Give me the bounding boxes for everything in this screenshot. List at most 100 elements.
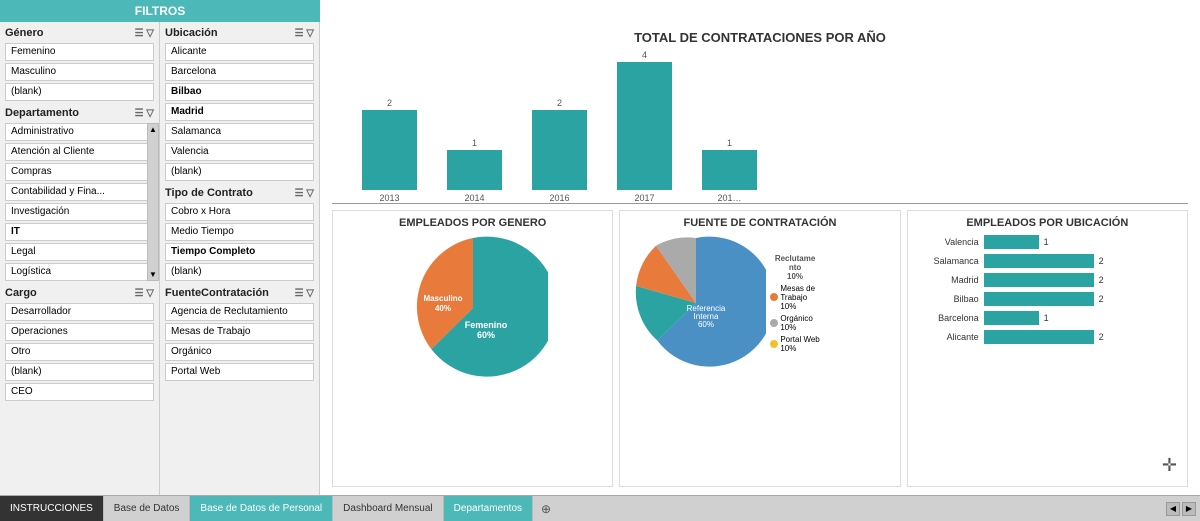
dept-item-0[interactable]: Administrativo <box>5 123 154 141</box>
ub-item-1[interactable]: Barcelona <box>165 63 314 81</box>
ub-item-3[interactable]: Madrid <box>165 103 314 121</box>
ub-label-alicante: Alicante <box>914 332 979 342</box>
ub-label-madrid: Madrid <box>914 275 979 285</box>
ub-row-bilbao: Bilbao 2 <box>914 292 1181 306</box>
dept-scrollbar[interactable]: ▲ ▼ <box>147 123 159 281</box>
tab-departamentos[interactable]: Departamentos <box>444 496 533 521</box>
fc-item-2[interactable]: Orgánico <box>165 343 314 361</box>
mesas-legend: Mesas deTrabajo10% <box>770 284 819 311</box>
tc-item-1[interactable]: Medio Tiempo <box>165 223 314 241</box>
sidebar-left: Género ☰ ▽ Femenino Masculino (blank) De… <box>0 22 160 495</box>
dept-item-4[interactable]: Investigación <box>5 203 154 221</box>
scroll-right-btn[interactable]: ▶ <box>1182 502 1196 516</box>
cargo-header: Cargo ☰ ▽ <box>5 287 154 299</box>
genero-pie: Femenino 60% Masculino 40% <box>398 233 548 383</box>
plus-cursor: ✛ <box>1162 455 1177 476</box>
tc-item-3[interactable]: (blank) <box>165 263 314 281</box>
tipo-contrato-header: Tipo de Contrato ☰ ▽ <box>165 187 314 199</box>
tab-bar: INSTRUCCIONES Base de Datos Base de Dato… <box>0 495 1200 521</box>
fc-item-1[interactable]: Mesas de Trabajo <box>165 323 314 341</box>
dept-item-2[interactable]: Compras <box>5 163 154 181</box>
tab-instrucciones[interactable]: INSTRUCCIONES <box>0 496 103 521</box>
ub-val-madrid: 2 <box>1099 275 1104 285</box>
bar-2018-label: 201… <box>717 193 741 203</box>
ub-item-6[interactable]: (blank) <box>165 163 314 181</box>
dept-item-6[interactable]: Legal <box>5 243 154 261</box>
ub-item-5[interactable]: Valencia <box>165 143 314 161</box>
tab-add-button[interactable]: ⊕ <box>533 498 559 520</box>
tipo-contrato-title: Tipo de Contrato <box>165 187 253 199</box>
ub-row-alicante: Alicante 2 <box>914 330 1181 344</box>
cargo-item-3[interactable]: (blank) <box>5 363 154 381</box>
portal-legend-text: Portal Web10% <box>780 335 819 353</box>
portal-dot <box>770 340 778 348</box>
genero-chart-title: EMPLEADOS POR GENERO <box>399 217 546 229</box>
dept-item-1[interactable]: Atención al Cliente <box>5 143 154 161</box>
ub-bar-salamanca <box>984 254 1094 268</box>
fuente-icons: ☰ ▽ <box>295 288 314 299</box>
departamento-title: Departamento <box>5 107 79 119</box>
portal-legend: Portal Web10% <box>770 335 819 353</box>
bar-2014-label: 2014 <box>464 193 484 203</box>
genero-item-2[interactable]: (blank) <box>5 83 154 101</box>
cargo-item-4[interactable]: CEO <box>5 383 154 401</box>
dept-item-5[interactable]: IT <box>5 223 154 241</box>
reclutamiento-legend: Reclutamento10% <box>770 254 819 281</box>
mesas-legend-text: Mesas deTrabajo10% <box>780 284 815 311</box>
dept-item-7[interactable]: Logística <box>5 263 154 281</box>
fc-item-3[interactable]: Portal Web <box>165 363 314 381</box>
app-container: FILTROS Género ☰ ▽ Femenino Masculino (b… <box>0 0 1200 521</box>
cargo-item-0[interactable]: Desarrollador <box>5 303 154 321</box>
fuente-chart-title: FUENTE DE CONTRATACIÓN <box>684 217 837 229</box>
fuente-legend: Reclutamento10% Mesas deTrabajo10% Orgán… <box>770 254 819 353</box>
ub-val-bilbao: 2 <box>1099 294 1104 304</box>
ub-label-barcelona: Barcelona <box>914 313 979 323</box>
bar-2016-value: 2 <box>557 98 562 108</box>
genero-item-1[interactable]: Masculino <box>5 63 154 81</box>
tc-item-2[interactable]: Tiempo Completo <box>165 243 314 261</box>
tab-dashboard-mensual[interactable]: Dashboard Mensual <box>333 496 444 521</box>
genero-item-0[interactable]: Femenino <box>5 43 154 61</box>
genero-chart-panel: EMPLEADOS POR GENERO Femenino 60% Mascul… <box>332 210 613 487</box>
fuente-contratacion-title: FuenteContratación <box>165 287 269 299</box>
ub-item-0[interactable]: Alicante <box>165 43 314 61</box>
ub-item-2[interactable]: Bilbao <box>165 83 314 101</box>
ub-val-alicante: 2 <box>1099 332 1104 342</box>
organico-dot <box>770 319 778 327</box>
dept-item-3[interactable]: Contabilidad y Fina... <box>5 183 154 201</box>
tab-base-datos[interactable]: Base de Datos <box>103 496 190 521</box>
scroll-left-btn[interactable]: ◀ <box>1166 502 1180 516</box>
bar-chart: 2 2013 1 2014 2 2016 <box>332 49 1188 204</box>
departamento-section: Departamento ☰ ▽ Administrativo Atención… <box>5 107 154 281</box>
ubicacion-icons: ☰ ▽ <box>295 28 314 39</box>
cargo-icons: ☰ ▽ <box>135 288 154 299</box>
ub-val-salamanca: 2 <box>1099 256 1104 266</box>
masculino-pct: 40% <box>435 304 451 313</box>
bar-2018-value: 1 <box>727 138 732 148</box>
bar-chart-section: TOTAL DE CONTRATACIONES POR AÑO 2 2013 1… <box>332 30 1188 204</box>
bar-2018: 1 201… <box>702 138 757 203</box>
bar-2017-rect <box>617 62 672 190</box>
ub-bar-bilbao <box>984 292 1094 306</box>
ub-val-valencia: 1 <box>1044 237 1049 247</box>
cargo-item-2[interactable]: Otro <box>5 343 154 361</box>
departamento-icons: ☰ ▽ <box>135 108 154 119</box>
organico-legend-text: Orgánico10% <box>780 314 812 332</box>
bar-2014-value: 1 <box>472 138 477 148</box>
cargo-section: Cargo ☰ ▽ Desarrollador Operaciones Otro… <box>5 287 154 401</box>
ub-item-4[interactable]: Salamanca <box>165 123 314 141</box>
ub-row-valencia: Valencia 1 <box>914 235 1181 249</box>
fc-item-0[interactable]: Agencia de Reclutamiento <box>165 303 314 321</box>
genero-header: Género ☰ ▽ <box>5 27 154 39</box>
bar-2016-label: 2016 <box>549 193 569 203</box>
tab-base-datos-personal[interactable]: Base de Datos de Personal <box>189 496 333 521</box>
ubicacion-section: Ubicación ☰ ▽ Alicante Barcelona Bilbao … <box>165 27 314 181</box>
tc-item-0[interactable]: Cobro x Hora <box>165 203 314 221</box>
bar-2017: 4 2017 <box>617 50 672 203</box>
bar-2013-value: 2 <box>387 98 392 108</box>
ubicacion-chart-title: EMPLEADOS POR UBICACIÓN <box>914 217 1181 229</box>
fuente-contratacion-section: FuenteContratación ☰ ▽ Agencia de Reclut… <box>165 287 314 381</box>
fuente-pie-svg: Referencia Interna 60% <box>626 233 766 373</box>
bar-2013-rect <box>362 110 417 190</box>
cargo-item-1[interactable]: Operaciones <box>5 323 154 341</box>
